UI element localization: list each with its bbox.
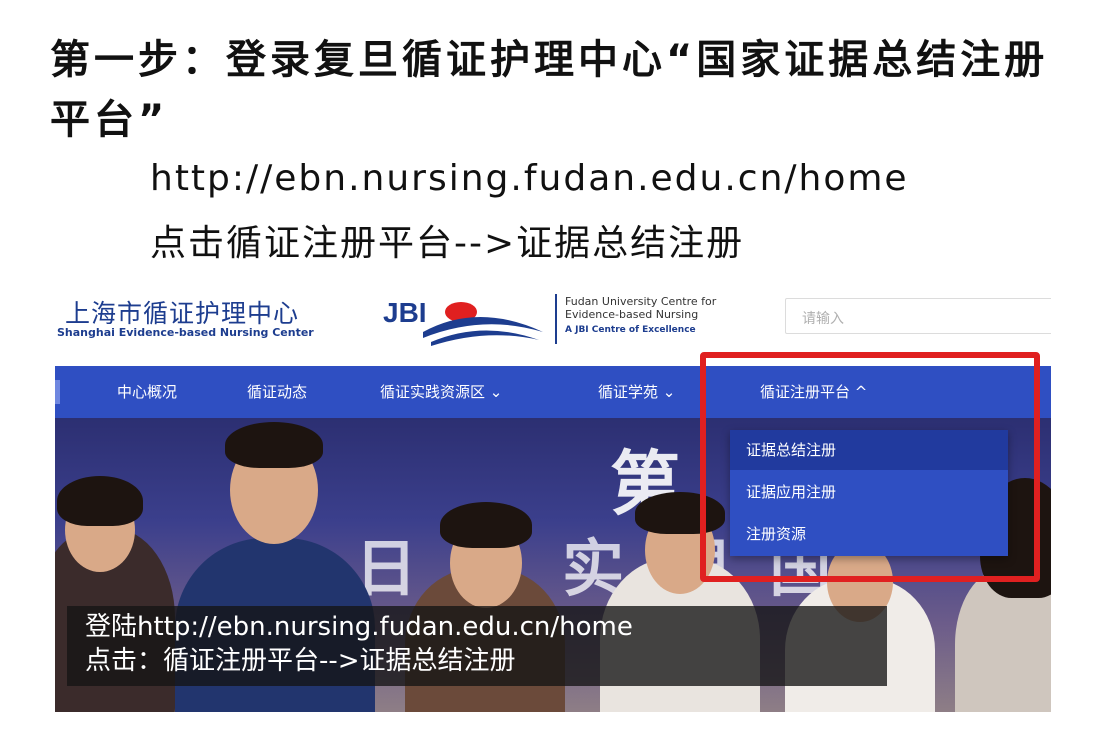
jbi-logo-text: JBI: [383, 297, 427, 328]
fudan-logo-line2: Evidence-based Nursing: [565, 308, 699, 321]
jbi-logo-icon: JBI: [383, 297, 543, 346]
nav-item-center-overview[interactable]: 中心概况: [117, 366, 177, 418]
person-1-hair: [57, 476, 143, 526]
person-2-hair: [225, 422, 323, 468]
slide-heading: 第一步：登录复旦循证护理中心“国家证据总结注册平台”: [50, 37, 1049, 143]
instruction-text: 点击循证注册平台-->证据总结注册: [150, 223, 745, 264]
center-logo-en: Shanghai Evidence-based Nursing Center: [57, 326, 314, 339]
nav-item-academy[interactable]: 循证学苑 ⌄: [598, 366, 675, 418]
caption-line-2: 点击：循证注册平台-->证据总结注册: [85, 646, 516, 676]
fudan-logo-line3: A JBI Centre of Excellence: [565, 325, 696, 335]
nav-item-news[interactable]: 循证动态: [247, 366, 307, 418]
website-screenshot: 上海市循证护理中心 Shanghai Evidence-based Nursin…: [55, 284, 1051, 712]
highlight-box: [700, 352, 1040, 582]
caption-line-1: 登陆http://ebn.nursing.fudan.edu.cn/home: [85, 612, 633, 642]
nav-edge-fragment: [55, 380, 60, 404]
logo-divider: [555, 294, 557, 344]
center-logo-cn[interactable]: 上海市循证护理中心: [65, 294, 299, 330]
nav-item-practice-resources[interactable]: 循证实践资源区 ⌄: [380, 366, 502, 418]
search-input[interactable]: 请输入: [785, 298, 1051, 334]
person-3-hair: [440, 502, 532, 548]
fudan-logo-line1: Fudan University Centre for: [565, 295, 717, 308]
instruction-url: http://ebn.nursing.fudan.edu.cn/home: [150, 158, 909, 199]
caption-overlay: 登陆http://ebn.nursing.fudan.edu.cn/home 点…: [67, 606, 887, 686]
